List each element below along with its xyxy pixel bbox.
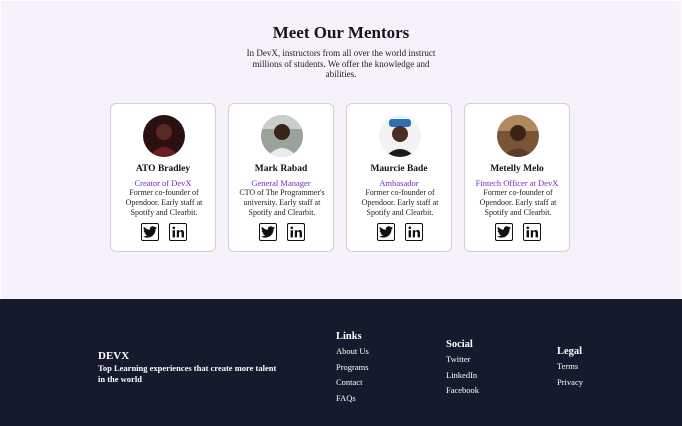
linkedin-icon[interactable] — [523, 223, 541, 241]
footer-link-terms[interactable]: Terms — [557, 359, 583, 375]
footer-link-linkedin[interactable]: LinkedIn — [446, 368, 479, 384]
footer-links-column: Links About Us Programs Contact FAQs — [336, 331, 369, 406]
mentors-section: Meet Our Mentors In DevX, instructors fr… — [1, 1, 681, 299]
footer-link-about-us[interactable]: About Us — [336, 344, 369, 360]
mentor-role: Ambasador — [379, 178, 419, 188]
twitter-icon[interactable] — [259, 223, 277, 241]
mentor-socials — [495, 223, 541, 241]
mentor-card: ATO Bradley Creator of DevX Former co-fo… — [110, 103, 216, 252]
mentor-bio: Former co-founder of Opendoor. Early sta… — [125, 188, 203, 217]
mentor-bio: CTO of The Programmer's university. Earl… — [239, 188, 325, 217]
twitter-icon[interactable] — [495, 223, 513, 241]
avatar — [497, 115, 539, 157]
linkedin-icon[interactable] — [287, 223, 305, 241]
social-title: Social — [446, 339, 473, 350]
footer: DEVX Top Learning experiences that creat… — [0, 299, 682, 426]
footer-link-facebook[interactable]: Facebook — [446, 383, 479, 399]
linkedin-icon[interactable] — [169, 223, 187, 241]
avatar — [143, 115, 185, 157]
twitter-icon[interactable] — [377, 223, 395, 241]
mentors-intro: In DevX, instructors from all over the w… — [246, 48, 436, 79]
legal-title: Legal — [557, 346, 583, 357]
linkedin-icon[interactable] — [405, 223, 423, 241]
footer-link-contact[interactable]: Contact — [336, 375, 369, 391]
links-title: Links — [336, 331, 362, 342]
avatar — [261, 115, 303, 157]
brand-name: DEVX — [98, 350, 130, 362]
mentor-socials — [141, 223, 187, 241]
mentor-role: Creator of DevX — [134, 178, 192, 188]
footer-link-twitter[interactable]: Twitter — [446, 352, 479, 368]
mentor-card: Metelly Melo Fintech Officer at DevX For… — [464, 103, 570, 252]
mentor-role: General Manager — [251, 178, 311, 188]
mentor-name: Maurcie Bade — [370, 164, 428, 174]
mentor-card: Mark Rabad General Manager CTO of The Pr… — [228, 103, 334, 252]
footer-brand: DEVX Top Learning experiences that creat… — [98, 350, 278, 385]
mentor-socials — [259, 223, 305, 241]
brand-tagline: Top Learning experiences that create mor… — [98, 363, 277, 384]
footer-social-column: Social Twitter LinkedIn Facebook — [446, 339, 479, 399]
mentor-name: Metelly Melo — [490, 164, 544, 174]
mentor-socials — [377, 223, 423, 241]
mentors-title: Meet Our Mentors — [272, 23, 410, 42]
twitter-icon[interactable] — [141, 223, 159, 241]
mentor-name: ATO Bradley — [135, 164, 191, 174]
mentor-bio: Former co-founder of Opendoor. Early sta… — [361, 188, 439, 217]
footer-link-programs[interactable]: Programs — [336, 360, 369, 376]
mentor-bio: Former co-founder of Opendoor. Early sta… — [479, 188, 557, 217]
footer-link-privacy[interactable]: Privacy — [557, 375, 583, 391]
page: Meet Our Mentors In DevX, instructors fr… — [0, 0, 682, 426]
footer-legal-column: Legal Terms Privacy — [557, 346, 583, 390]
avatar — [379, 115, 421, 157]
mentor-card: Maurcie Bade Ambasador Former co-founder… — [346, 103, 452, 252]
mentor-role: Fintech Officer at DevX — [475, 178, 559, 188]
footer-link-faqs[interactable]: FAQs — [336, 391, 369, 407]
mentor-name: Mark Rabad — [254, 164, 308, 174]
